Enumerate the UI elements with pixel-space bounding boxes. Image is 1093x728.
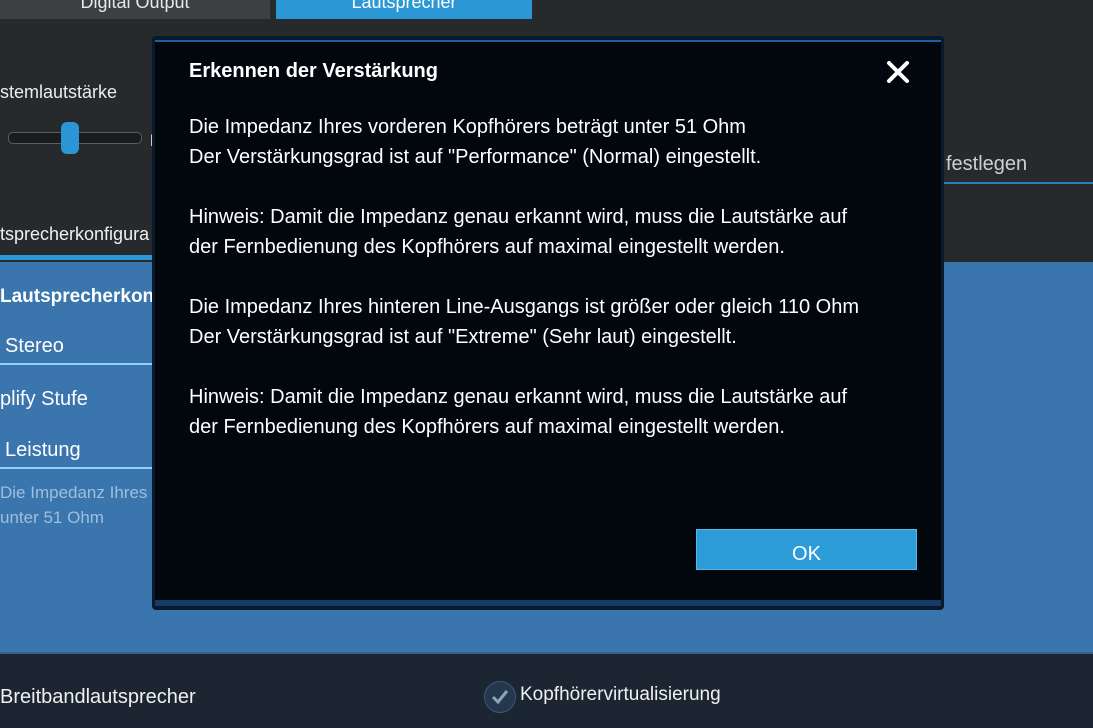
gain-detection-dialog: Erkennen der Verstärkung Die Impedanz Ih… [155,40,941,606]
broadband-speaker-label[interactable]: Breitbandlautsprecher [0,686,196,709]
dialog-text-line: Der Verstärkungsgrad ist auf "Performanc… [189,146,762,168]
dialog-text-line: Hinweis: Damit die Impedanz genau erkann… [189,386,848,408]
set-default-underline [940,182,1093,184]
tab-active-indicator [0,255,160,260]
dialog-paragraph-note-2: Hinweis: Damit die Impedanz genau erkann… [189,382,909,442]
dialog-text-line: Hinweis: Damit die Impedanz genau erkann… [189,206,848,228]
panel-title: Lautsprecherkon [0,286,155,307]
tab-speakers[interactable]: Lautsprecher [276,0,532,19]
system-volume-slider-thumb[interactable] [61,122,79,154]
ok-button[interactable]: OK [696,529,917,570]
impedance-hint-line2: unter 51 Ohm [0,508,104,527]
system-volume-label: stemlautstärke [0,82,118,102]
dialog-body: Die Impedanz Ihres vorderen Kopfhörers b… [189,112,909,472]
speaker-config-dropdown-underline [0,363,160,365]
dialog-text-line: der Fernbedienung des Kopfhörers auf max… [189,416,785,438]
close-icon [887,61,909,83]
dialog-title: Erkennen der Verstärkung [189,60,438,82]
dialog-text-line: der Fernbedienung des Kopfhörers auf max… [189,236,785,258]
dialog-text-line: Die Impedanz Ihres vorderen Kopfhörers b… [189,116,746,138]
headphone-virtualization-checkbox[interactable] [484,681,516,713]
tab-speaker-configuration[interactable]: tsprecherkonfigura [0,224,149,245]
amplifier-level-label: plify Stufe [0,388,88,410]
impedance-hint-line1: Die Impedanz Ihres [0,483,148,502]
dialog-paragraph-front-impedance: Die Impedanz Ihres vorderen Kopfhörers b… [189,112,909,172]
speaker-config-dropdown[interactable]: Stereo [5,335,64,358]
dialog-paragraph-note-1: Hinweis: Damit die Impedanz genau erkann… [189,202,909,262]
headphone-virtualization-label[interactable]: Kopfhörervirtualisierung [520,684,721,706]
dialog-text-line: Der Verstärkungsgrad ist auf "Extreme" (… [189,326,737,348]
set-default-label[interactable]: festlegen [946,153,1027,176]
tab-digital-output[interactable]: Digital Output [0,0,270,19]
close-button[interactable] [884,58,912,86]
dialog-paragraph-rear-impedance: Die Impedanz Ihres hinteren Line-Ausgang… [189,292,909,352]
check-icon [491,690,509,705]
dialog-text-line: Die Impedanz Ihres hinteren Line-Ausgang… [189,296,859,318]
amplifier-level-dropdown-underline [0,467,160,469]
amplifier-level-dropdown[interactable]: Leistung [5,439,81,462]
